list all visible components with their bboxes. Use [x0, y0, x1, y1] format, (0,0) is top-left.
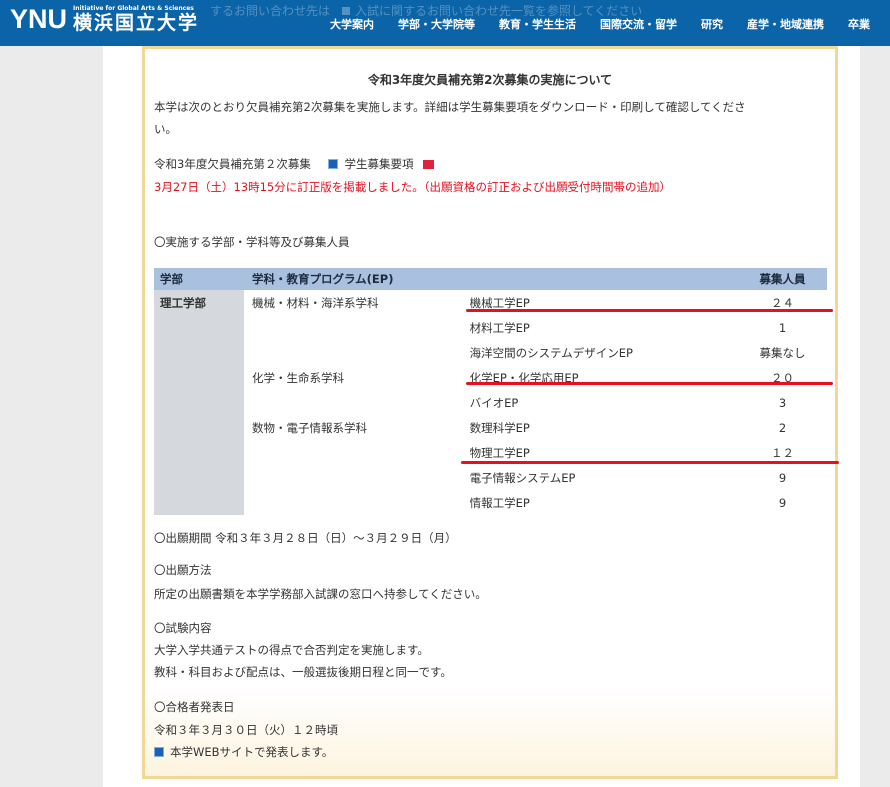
pdf-icon	[423, 160, 435, 169]
site-header: するお問い合わせ先は 入試に関するお問い合わせ先一覧を参照してください YNU I…	[0, 0, 890, 46]
table-row: 数物・電子情報系学科 数理科学EP 2	[154, 415, 827, 440]
table-header-row: 学部 学科・教育プログラム(EP) 募集人員	[154, 268, 827, 290]
program-cell: バイオEP	[469, 395, 519, 410]
exam-line-2: 教科・科目および配点は、一般選抜後期日程と同一です。	[154, 665, 452, 679]
header-program: 学科・教育プログラム(EP)	[244, 268, 738, 290]
table-heading: 〇実施する学部・学科等及び募集人員	[154, 235, 350, 249]
announce-heading: 〇合格者発表日	[154, 700, 235, 714]
count-cell: 3	[778, 395, 787, 410]
guide-link[interactable]: 学生募集要項	[344, 157, 413, 171]
bullet-icon	[342, 7, 351, 15]
table-row: 電子情報システムEP 9	[154, 465, 827, 490]
program-cell: 情報工学EP	[469, 495, 530, 510]
nav-item-about[interactable]: 大学案内	[330, 16, 374, 32]
nav-item-alumni[interactable]: 卒業	[848, 16, 870, 32]
dept-cell	[244, 465, 470, 490]
logo-mark: YNU	[10, 4, 68, 34]
nav-item-international[interactable]: 国際交流・留学	[600, 16, 677, 32]
ynu-logo[interactable]: YNU Initiative for Global Arts & Science…	[10, 6, 199, 33]
table-row: 材料工学EP 1	[154, 315, 827, 340]
correction-notice: 3月27日（土）13時15分に訂正版を掲載しました。（出願資格の訂正および出願受…	[154, 180, 671, 194]
count-cell: 2	[778, 420, 787, 435]
header-count: 募集人員	[738, 268, 827, 290]
program-cell: 電子情報システムEP	[469, 470, 576, 485]
announce-web-link[interactable]: 本学WEBサイトで発表します。	[170, 745, 333, 759]
method-heading: 〇出願方法	[154, 563, 212, 577]
link-arrow-icon	[328, 159, 339, 169]
announce-date: 令和３年３月３０日（火）１２時頃	[154, 723, 338, 737]
program-cell: 数理科学EP	[469, 420, 530, 435]
count-cell: 募集なし	[759, 345, 806, 360]
count-cell: 1	[778, 320, 787, 335]
intro-line-2: い。	[154, 122, 177, 136]
dept-cell: 数物・電子情報系学科	[252, 420, 367, 435]
table-row: バイオEP 3	[154, 390, 827, 415]
count-cell: ２０	[771, 370, 794, 385]
exam-heading: 〇試験内容	[154, 621, 212, 635]
method-text: 所定の出願書類を本学学務部入試課の窓口へ持参してください。	[154, 587, 487, 601]
dept-cell	[244, 390, 470, 415]
table-row: 情報工学EP 9	[154, 490, 827, 515]
dept-cell	[244, 490, 470, 515]
nav-item-research[interactable]: 研究	[701, 16, 723, 32]
table-row: 化学・生命系学科 化学EP・化学応用EP ２０	[154, 365, 827, 390]
count-cell: 9	[778, 495, 787, 510]
count-cell: 9	[778, 470, 787, 485]
program-cell: 材料工学EP	[469, 320, 530, 335]
table-row: 海洋空間のシステムデザインEP 募集なし	[154, 340, 827, 365]
annotation-underline	[466, 382, 833, 385]
nav-item-faculties[interactable]: 学部・大学院等	[398, 16, 475, 32]
program-cell: 化学EP・化学応用EP	[469, 370, 579, 385]
application-period: 〇出願期間 令和３年３月２８日（日）～３月２９日（月）	[154, 531, 457, 545]
dept-cell	[244, 340, 470, 365]
notice-box: 令和3年度欠員補充第2次募集の実施について 本学は次のとおり欠員補充第2次募集を…	[142, 46, 838, 779]
page-title: 令和3年度欠員補充第2次募集の実施について	[367, 73, 613, 87]
download-row: 令和3年度欠員補充第２次募集 学生募集要項	[154, 156, 435, 173]
nav-item-education[interactable]: 教育・学生生活	[499, 16, 576, 32]
logo-name: 横浜国立大学	[73, 12, 200, 34]
header-faculty: 学部	[154, 268, 244, 290]
program-cell: 海洋空間のシステムデザインEP	[469, 345, 633, 360]
dept-cell	[244, 315, 470, 340]
exam-line-1: 大学入学共通テストの得点で合否判定を実施します。	[154, 643, 429, 657]
nav-item-industry[interactable]: 産学・地域連携	[747, 16, 824, 32]
announce-web-row: 本学WEBサイトで発表します。	[154, 744, 333, 761]
link-arrow-icon	[154, 747, 164, 757]
dept-cell: 機械・材料・海洋系学科	[252, 295, 379, 310]
link-prefix: 令和3年度欠員補充第２次募集	[154, 157, 311, 171]
main-nav: 大学案内 学部・大学院等 教育・学生生活 国際交流・留学 研究 産学・地域連携 …	[330, 16, 890, 32]
annotation-underline	[466, 309, 833, 312]
annotation-underline	[461, 461, 839, 464]
recruitment-table: 学部 学科・教育プログラム(EP) 募集人員 理工学部 機械・材料・海洋系学科 …	[154, 268, 827, 515]
intro-line-1: 本学は次のとおり欠員補充第2次募集を実施します。詳細は学生募集要項をダウンロード…	[154, 100, 746, 114]
dept-cell	[244, 440, 470, 465]
ghost-text-1: するお問い合わせ先は	[210, 4, 331, 18]
faculty-cell: 理工学部	[154, 290, 244, 515]
dept-cell: 化学・生命系学科	[252, 370, 344, 385]
